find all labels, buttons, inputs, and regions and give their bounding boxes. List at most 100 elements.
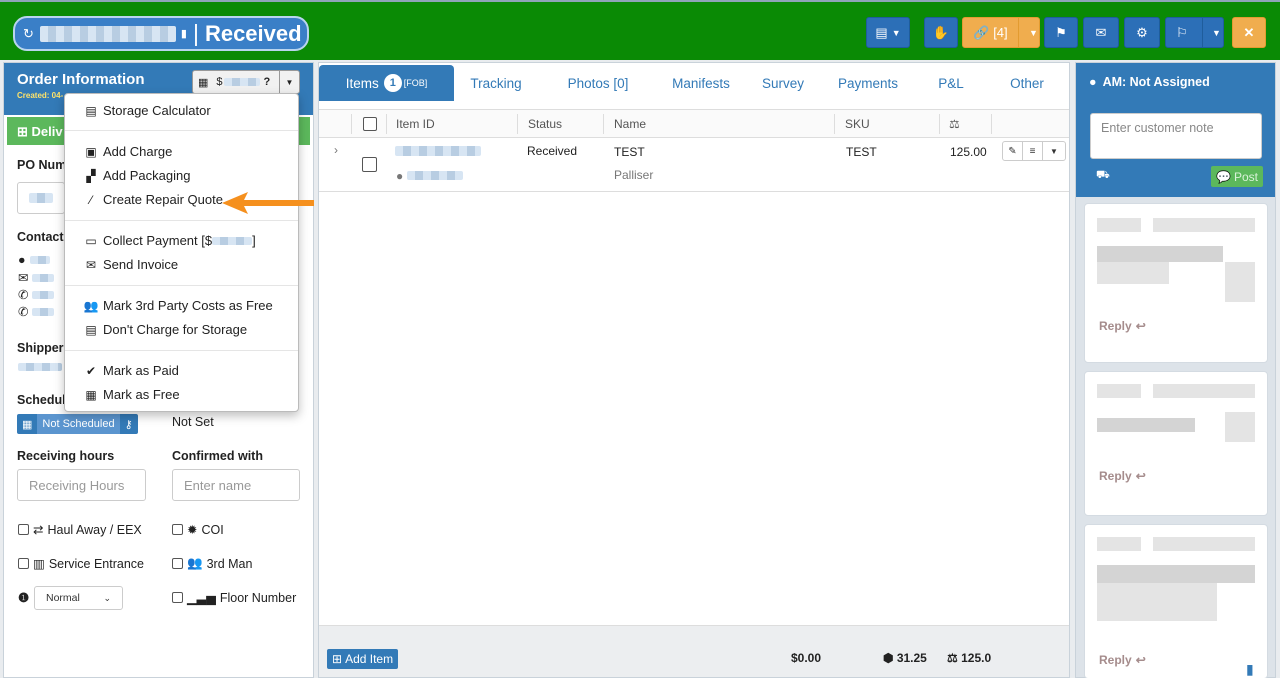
tab-bar: Items 1 [FOB] Tracking Photos [0] Manife… (319, 63, 1069, 103)
flag-button[interactable]: ⚑ (1044, 17, 1078, 48)
menu-item-mark-paid[interactable]: ✔ Mark as Paid (83, 363, 179, 378)
annotation-arrow (222, 192, 314, 214)
item-status: Received (527, 144, 578, 158)
menu-item-dont-charge-storage[interactable]: ▤ Don't Charge for Storage (83, 322, 247, 337)
links-button[interactable]: 🔗 [4] ▼ (962, 17, 1040, 48)
priority-row: ❶ (18, 590, 29, 605)
route-flag-button[interactable]: ⚐ ▼ (1165, 17, 1224, 48)
menu-item-create-repair-quote[interactable]: ⁄ Create Repair Quote (83, 192, 223, 207)
receiving-hours-input[interactable]: Receiving Hours (17, 469, 146, 501)
footer-volume: ⬢ 31.25 (883, 651, 927, 665)
reply-button[interactable]: Reply ↩ (1099, 469, 1146, 483)
email-button[interactable]: ✉ (1083, 17, 1119, 48)
menu-item-add-charge[interactable]: ▣ Add Charge (83, 144, 172, 159)
balance-scale-icon[interactable]: ⚖ (949, 117, 960, 131)
hand-button[interactable]: ✋ (924, 17, 958, 48)
billing-actions-menu: ▤ Storage Calculator ▣ Add Charge ▞ Add Pac… (64, 93, 299, 412)
balance-scale-icon: ⚖ (947, 651, 958, 665)
floor-number-checkbox[interactable] (172, 592, 183, 603)
envelope-icon: ✉ (18, 271, 29, 285)
shipper-link[interactable] (18, 363, 62, 371)
post-button[interactable]: 💬 Post (1211, 166, 1263, 187)
reply-button[interactable]: Reply ↩ (1099, 319, 1146, 333)
haul-away-checkbox[interactable] (18, 524, 29, 535)
menu-item-send-invoice[interactable]: ✉ Send Invoice (83, 257, 178, 272)
reply-button[interactable]: Reply ↩ (1099, 653, 1146, 667)
third-man-option[interactable]: 👥 3rd Man (172, 556, 252, 571)
chart-bar-icon[interactable]: ▮ (1246, 661, 1254, 678)
account-manager-header[interactable]: ● AM: Not Assigned (1076, 63, 1275, 101)
refresh-icon[interactable]: ↻ (23, 26, 34, 42)
menu-item-add-packaging[interactable]: ▞ Add Packaging (83, 168, 190, 183)
footer-weight: ⚖ 125.0 (947, 651, 992, 665)
question-icon: ? (263, 76, 271, 88)
tab-payments[interactable]: Payments (831, 65, 905, 101)
priority-select[interactable]: Normal ⌄ (34, 586, 123, 610)
menu-item-mark-3rd-party-free[interactable]: 👥 Mark 3rd Party Costs as Free (83, 298, 273, 313)
calculator-icon: ▦ (198, 76, 209, 89)
list-icon[interactable]: ≡ (1023, 142, 1043, 160)
coi-option[interactable]: ✹ COI (172, 522, 224, 537)
links-count: [4] (993, 25, 1008, 40)
service-entrance-checkbox[interactable] (18, 558, 29, 569)
chevron-down-icon[interactable]: ▼ (279, 71, 299, 93)
billing-dropdown-button[interactable]: ▦ $ ? ▼ (192, 70, 300, 94)
confirmed-with-input[interactable]: Enter name (172, 469, 300, 501)
po-number-input[interactable] (17, 182, 65, 214)
third-man-checkbox[interactable] (172, 558, 183, 569)
reply-icon: ↩ (1135, 469, 1146, 483)
envelope-icon: ✉ (85, 257, 97, 272)
customer-note-input[interactable]: Enter customer note (1090, 113, 1262, 159)
haul-away-option[interactable]: ⇄ Haul Away / EEX (18, 522, 142, 537)
chevron-down-icon[interactable]: ▼ (1043, 142, 1065, 160)
close-button[interactable]: ✕ (1232, 17, 1266, 48)
chevron-down-icon[interactable]: ▼ (1212, 28, 1221, 38)
schedule-status-button[interactable]: ▦ Not Scheduled ⚷ (17, 414, 138, 434)
chevron-right-icon[interactable]: › (334, 143, 338, 157)
item-id-redacted[interactable] (395, 145, 481, 159)
column-status[interactable]: Status (528, 117, 562, 131)
column-item-id[interactable]: Item ID (396, 117, 435, 131)
contact-phone-2[interactable]: ✆ (18, 304, 55, 319)
service-entrance-option[interactable]: ▥ Service Entrance (18, 556, 144, 571)
tab-photos[interactable]: Photos [0] (555, 65, 641, 101)
menu-item-storage-calculator[interactable]: ▤ Storage Calculator (83, 103, 210, 118)
building-icon: ▥ (33, 557, 45, 571)
add-item-button[interactable]: ⊞ Add Item (327, 649, 399, 669)
items-panel: Items 1 [FOB] Tracking Photos [0] Manife… (318, 62, 1070, 678)
phone-icon: ✆ (18, 288, 29, 302)
coi-checkbox[interactable] (172, 524, 183, 535)
contact-phone[interactable]: ✆ (18, 287, 55, 302)
edit-icon[interactable]: ✎ (1003, 142, 1023, 160)
copy-icon[interactable]: ▮ (181, 27, 187, 40)
truck-icon[interactable]: ⛟ (1096, 169, 1110, 183)
order-title-pill[interactable]: ↻ ▮ | Received (13, 16, 309, 51)
tab-survey[interactable]: Survey (755, 65, 811, 101)
key-icon[interactable]: ⚷ (120, 414, 138, 434)
column-sku[interactable]: SKU (845, 117, 870, 131)
tab-pl[interactable]: P&L (929, 65, 973, 101)
title-separator: | (192, 20, 199, 46)
row-checkbox[interactable] (362, 157, 377, 172)
chevron-down-icon[interactable]: ▼ (1029, 28, 1038, 38)
note-card: Reply ↩ (1084, 203, 1268, 363)
column-name[interactable]: Name (614, 117, 646, 131)
tab-other[interactable]: Other (999, 65, 1055, 101)
tab-tracking[interactable]: Tracking (459, 65, 533, 101)
table-row[interactable]: › ● Received TEST Palliser TEST 125.00 ✎… (319, 139, 1069, 192)
note-composer: Enter customer note ⛟ 💬 Post (1076, 101, 1275, 197)
warehouse-gift-icon: ▤ (85, 322, 97, 337)
reply-icon: ↩ (1135, 319, 1146, 333)
floor-number-option[interactable]: ▁▃▅ Floor Number (172, 590, 296, 605)
contact-email[interactable]: ✉ (18, 270, 55, 285)
credit-card-icon: ▭ (85, 233, 97, 248)
tab-items[interactable]: Items 1 [FOB] (319, 65, 454, 101)
select-all-checkbox[interactable] (363, 117, 377, 131)
settings-button[interactable]: ⚙ (1124, 17, 1160, 48)
menu-item-collect-payment[interactable]: ▭ Collect Payment [$ ] (83, 233, 255, 248)
document-dropdown-button[interactable]: ▤ ▼ (866, 17, 910, 48)
footer-total-cost: $0.00 (791, 651, 822, 665)
cube-icon: ⬢ (883, 651, 894, 665)
tab-manifests[interactable]: Manifests (661, 65, 741, 101)
menu-item-mark-free[interactable]: ▦ Mark as Free (83, 387, 179, 402)
